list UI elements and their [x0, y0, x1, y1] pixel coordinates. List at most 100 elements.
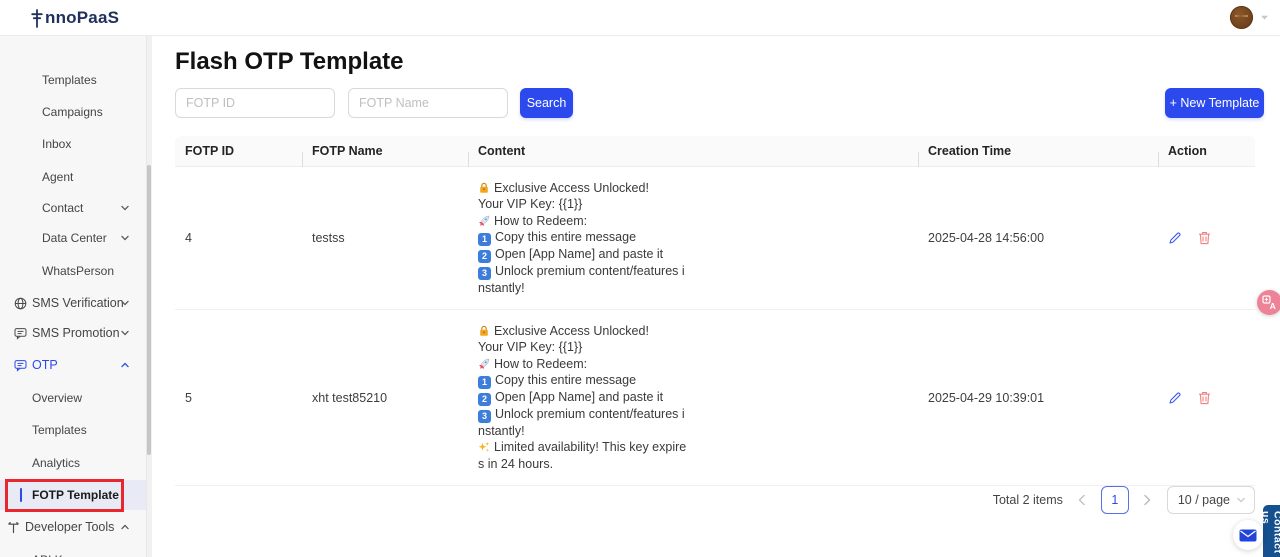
next-page-button[interactable]: [1137, 486, 1159, 514]
contact-us-label: Contact us: [1263, 511, 1280, 554]
antenna-logo-icon: [30, 8, 44, 28]
previous-page-button[interactable]: [1071, 486, 1093, 514]
cell-fotp-name: xht test85210: [312, 390, 388, 405]
new-template-button[interactable]: + New Template: [1165, 88, 1264, 118]
cell-content: Exclusive Access Unlocked! Your VIP Key: …: [468, 310, 700, 485]
sidebar-item-label: Analytics: [32, 456, 81, 470]
logo: nnoPaaS: [30, 8, 119, 28]
rocket-emoji: [478, 358, 490, 370]
sidebar-item-whatsperson[interactable]: WhatsPerson: [0, 256, 146, 286]
content-text: How to Redeem:: [494, 213, 588, 228]
keycap-2-emoji: 2: [478, 249, 491, 263]
content-text: Open [App Name] and paste it: [495, 246, 664, 261]
content-line: Exclusive Access Unlocked!: [478, 180, 690, 196]
sidebar-item-data-center[interactable]: Data Center: [0, 223, 146, 253]
cell-creation-time: 2025-04-28 14:56:00: [928, 231, 1045, 246]
sidebar-item-developer-tools[interactable]: Developer Tools: [0, 512, 146, 542]
content-line: Exclusive Access Unlocked!: [478, 323, 690, 339]
cell-content: Exclusive Access Unlocked! Your VIP Key: …: [468, 167, 700, 309]
page-title: Flash OTP Template: [175, 48, 404, 75]
delete-icon: [1198, 391, 1211, 405]
edit-button[interactable]: [1168, 231, 1186, 245]
keycap-2-emoji: 2: [478, 393, 491, 407]
sidebar-item-api-keys[interactable]: API Keys: [0, 545, 146, 557]
page-number-1[interactable]: 1: [1100, 486, 1129, 514]
mail-icon: [1239, 529, 1257, 542]
cell-action: [1158, 231, 1255, 245]
keycap-1-emoji: 1: [478, 232, 491, 246]
fotp-name-input[interactable]: [348, 88, 508, 118]
page-size-select[interactable]: 10 / page: [1166, 486, 1255, 514]
sidebar-item-label: FOTP Template: [32, 488, 119, 502]
cell-fotp-id: 5: [185, 390, 192, 405]
content-line: How to Redeem:: [478, 356, 690, 372]
avatar[interactable]: [1230, 6, 1253, 29]
content-text: Exclusive Access Unlocked!: [494, 324, 649, 339]
svg-text:A: A: [1270, 301, 1276, 310]
content-line: 1 Copy this entire message: [478, 372, 690, 390]
keycap-1-emoji: 1: [478, 376, 491, 390]
tools-icon: [7, 521, 20, 534]
sidebar-item-sms-verification[interactable]: SMS Verification: [0, 288, 146, 318]
chevron-down-icon: [1236, 495, 1246, 505]
column-header-content: Content: [468, 144, 918, 167]
translate-fab[interactable]: A: [1257, 290, 1280, 315]
content-line: 2 Open [App Name] and paste it: [478, 389, 690, 407]
delete-button[interactable]: [1198, 391, 1215, 405]
content-line: 3 Unlock premium content/features instant…: [478, 406, 690, 439]
sidebar-item-label: API Keys: [32, 553, 81, 557]
logo-text: nnoPaaS: [45, 7, 120, 27]
sidebar-item-agent[interactable]: Agent: [0, 162, 146, 192]
chevron-down-icon: [120, 298, 130, 308]
sidebar-item-label: SMS Verification: [32, 296, 124, 310]
chevron-down-icon: [120, 233, 130, 243]
globe-icon: [14, 297, 27, 310]
sidebar-scrollbar-thumb[interactable]: [147, 165, 151, 455]
sidebar-item-otp[interactable]: OTP: [0, 350, 146, 380]
sidebar-item-label: Templates: [42, 73, 97, 87]
sidebar-item-analytics[interactable]: Analytics: [0, 448, 146, 478]
content-line: Your VIP Key: {{1}}: [478, 339, 690, 355]
edit-icon: [1168, 391, 1182, 405]
sidebar-item-fotp-template[interactable]: FOTP Template: [0, 480, 146, 510]
chevron-up-icon: [120, 360, 130, 370]
sidebar-item-inbox[interactable]: Inbox: [0, 129, 146, 159]
sidebar-item-label: Contact: [42, 201, 84, 215]
sidebar-item-overview[interactable]: Overview: [0, 383, 146, 413]
sidebar-item-label: SMS Promotion: [32, 326, 120, 340]
sidebar-item-label: Inbox: [42, 137, 72, 151]
content-text: Limited availability! This key expires i…: [478, 440, 687, 471]
sidebar-item-templates[interactable]: Templates: [0, 65, 146, 95]
table-header-row: FOTP ID FOTP Name Content Creation Time …: [175, 136, 1255, 167]
sidebar-item-sms-promotion[interactable]: SMS Promotion: [0, 318, 146, 348]
content-text: Copy this entire message: [495, 373, 637, 388]
chat-bubble-icon: [14, 359, 27, 372]
selected-indicator-bar: [20, 488, 22, 502]
sidebar-item-label: Overview: [32, 391, 83, 405]
user-menu[interactable]: [1230, 6, 1270, 29]
sidebar-item-label: Agent: [42, 170, 74, 184]
mail-fab[interactable]: [1233, 520, 1263, 550]
sidebar-scrollbar-track[interactable]: [146, 36, 152, 557]
sidebar-item-label: Developer Tools: [25, 520, 115, 534]
sidebar: Templates Campaigns Inbox Agent Contact Data …: [0, 36, 152, 557]
sidebar-item-templates[interactable]: Templates: [0, 415, 146, 445]
rocket-emoji: [478, 215, 490, 227]
chevron-down-icon: [1259, 12, 1270, 23]
content-text: Unlock premium content/features instantl…: [478, 263, 685, 295]
delete-button[interactable]: [1198, 231, 1215, 245]
sidebar-item-label: WhatsPerson: [42, 264, 115, 278]
sidebar-item-contact[interactable]: Contact: [0, 193, 146, 223]
edit-button[interactable]: [1168, 391, 1186, 405]
contact-us-tab[interactable]: Contact us: [1263, 505, 1280, 557]
content-text: How to Redeem:: [494, 356, 588, 371]
table-row: 4 testss Exclusive Access Unlocked! Your VI…: [175, 167, 1255, 311]
content-text: Your VIP Key: {{1}}: [478, 340, 583, 355]
fotp-table: FOTP ID FOTP Name Content Creation Time …: [175, 136, 1255, 486]
column-header-action: Action: [1158, 144, 1255, 167]
search-button[interactable]: Search: [520, 88, 573, 118]
content-line: Limited availability! This key expires i…: [478, 439, 690, 472]
fotp-id-input[interactable]: [175, 88, 335, 118]
sidebar-item-campaigns[interactable]: Campaigns: [0, 97, 146, 127]
keycap-3-emoji: 3: [478, 410, 491, 424]
